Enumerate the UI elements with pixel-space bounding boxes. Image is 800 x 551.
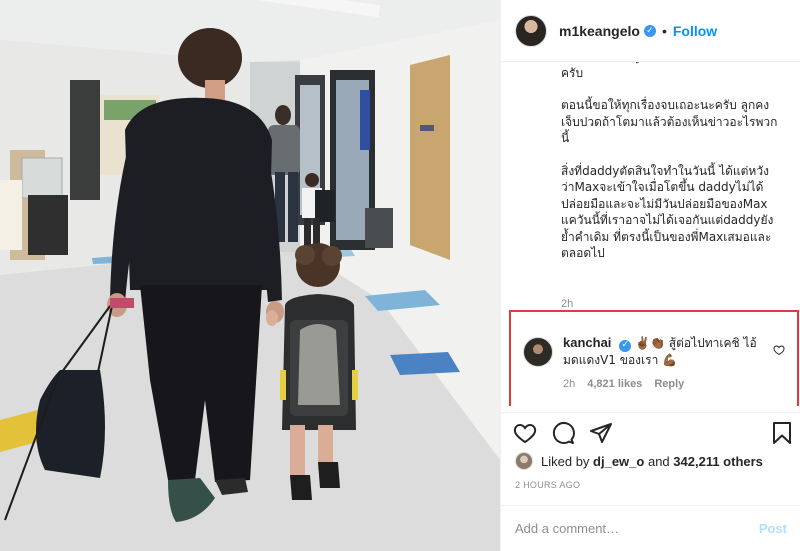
commenter-username[interactable]: kanchai xyxy=(563,335,611,350)
follow-button[interactable]: Follow xyxy=(673,23,717,39)
post-sidebar: m1keangelo ✓ • Follow ผมหามาไปถึงลูกชายเ… xyxy=(500,0,800,551)
caption-paragraph: ผมหามาไปถึงลูกชายเพียงคนเดียวของผม ครับ xyxy=(561,62,772,80)
bookmark-icon[interactable] xyxy=(771,421,793,445)
post-actions xyxy=(501,412,800,452)
author-avatar[interactable] xyxy=(515,14,547,47)
comment-body: kanchai ✓ ✌🏾👏🏾 สู้ต่อไปทาเคชิ ไอ้ มดแดงV… xyxy=(563,334,763,369)
comment-emoji: ✌🏾👏🏾 xyxy=(635,336,665,350)
comment-time[interactable]: 2h xyxy=(563,378,575,390)
comment-input[interactable] xyxy=(515,521,759,536)
commenter-avatar[interactable] xyxy=(523,337,553,367)
author-username[interactable]: m1keangelo xyxy=(559,23,640,39)
highlighted-comment: kanchai ✓ ✌🏾👏🏾 สู้ต่อไปทาเคชิ ไอ้ มดแดงV… xyxy=(509,310,799,406)
likes-prefix: Liked by xyxy=(541,453,590,469)
caption-paragraph: สิ่งที่daddyตัดสินใจทำในวันนี้ ได้แต่หวั… xyxy=(561,163,774,261)
caption-paragraph: ตอนนี้ขอให้ทุกเรื่องจบเถอะนะครับ ลูกคง เ… xyxy=(561,98,778,145)
share-icon[interactable] xyxy=(589,421,613,445)
comment-icon[interactable] xyxy=(551,421,575,445)
add-comment-bar: Post xyxy=(501,505,800,551)
post-time-ago[interactable]: 2 HOURS AGO xyxy=(515,480,580,490)
comments-list[interactable]: ผมหามาไปถึงลูกชายเพียงคนเดียวของผม ครับ … xyxy=(501,62,800,406)
liker-username[interactable]: dj_ew_o xyxy=(593,454,644,469)
post-header: m1keangelo ✓ • Follow xyxy=(501,0,800,62)
comment-emoji: 💪🏾 xyxy=(662,353,678,367)
reply-button[interactable]: Reply xyxy=(654,378,684,390)
caption-timestamp[interactable]: 2h xyxy=(561,298,573,310)
post-photo-illustration xyxy=(0,0,500,551)
likes-count[interactable]: 342,211 others xyxy=(673,454,763,469)
comment-likes[interactable]: 4,821 likes xyxy=(587,378,642,390)
heart-icon[interactable] xyxy=(513,421,537,445)
likes-summary: Liked by dj_ew_o and 342,211 others xyxy=(515,452,763,470)
verified-badge-icon: ✓ xyxy=(619,339,632,352)
likes-and: and xyxy=(647,453,670,469)
comment-like-heart-icon[interactable] xyxy=(773,344,785,356)
post-comment-button[interactable]: Post xyxy=(759,521,787,536)
post-photo xyxy=(0,0,500,551)
post-caption: ผมหามาไปถึงลูกชายเพียงคนเดียวของผม ครับ … xyxy=(561,62,786,278)
comment-meta: 2h 4,821 likes Reply xyxy=(563,378,684,390)
liker-avatar[interactable] xyxy=(515,452,533,470)
verified-badge-icon: ✓ xyxy=(643,24,656,37)
header-separator: • xyxy=(661,22,667,39)
